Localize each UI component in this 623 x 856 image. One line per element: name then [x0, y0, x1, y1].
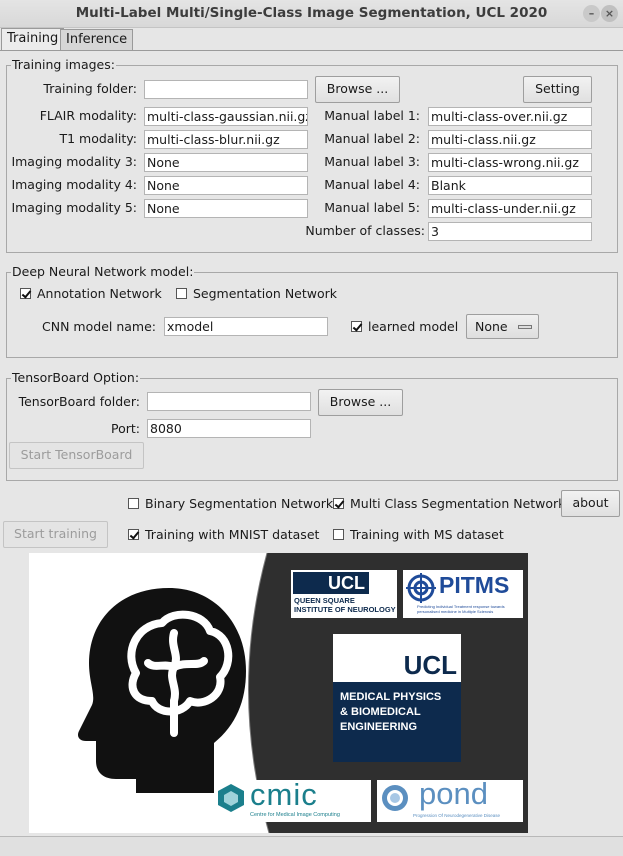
ucl-qs-line2: INSTITUTE OF NEUROLOGY [294, 605, 396, 614]
ucl-mpbe-line3: ENGINEERING [340, 721, 418, 733]
status-bar [0, 836, 623, 856]
about-button[interactable]: about [561, 490, 620, 517]
imaging-modality-4-label: Imaging modality 4: [11, 177, 137, 192]
learned-model-label: learned model [368, 319, 459, 334]
manual-label-4-label: Manual label 4: [324, 177, 420, 192]
tab-training[interactable]: Training [1, 28, 65, 51]
menu-indicator-icon [517, 324, 532, 329]
logo-banner: UCL QUEEN SQUARE INSTITUTE OF NEUROLOGY … [29, 553, 528, 833]
manual-label-3-input[interactable]: multi-class-wrong.nii.gz [428, 153, 592, 172]
ucl-mpbe-text: MEDICAL PHYSICS & BIOMEDICAL ENGINEERING [340, 690, 441, 735]
port-input[interactable]: 8080 [147, 419, 311, 438]
ucl-medical-physics-logo: UCL MEDICAL PHYSICS & BIOMEDICAL ENGINEE… [333, 634, 461, 762]
multi-class-segmentation-check-icon [333, 498, 344, 509]
tab-training-label: Training [7, 31, 59, 46]
cnn-model-name-label: CNN model name: [42, 319, 156, 334]
model-select-menu[interactable]: None [466, 314, 539, 339]
pond-logo: pond Progression Of Neurodegenerative Di… [377, 776, 523, 822]
multi-class-segmentation-checkbox[interactable]: Multi Class Segmentation Network [333, 496, 565, 511]
manual-label-2-input[interactable]: multi-class.nii.gz [428, 130, 592, 149]
imaging-modality-4-input[interactable]: None [144, 176, 308, 195]
ucl-qs-line1: QUEEN SQUARE [294, 596, 355, 605]
ms-dataset-check-icon [333, 529, 344, 540]
segmentation-network-label: Segmentation Network [193, 286, 338, 301]
segmentation-network-checkbox[interactable]: Segmentation Network [176, 286, 337, 301]
pitms-logo: PITMS Predicting Individual Treatment re… [403, 570, 523, 618]
start-training-button[interactable]: Start training [3, 521, 108, 548]
manual-label-5-label: Manual label 5: [324, 200, 420, 215]
training-folder-label: Training folder: [43, 81, 137, 96]
ucl-mpbe-top: UCL [333, 634, 461, 682]
dnn-model-legend: Deep Neural Network model: [11, 264, 195, 279]
manual-label-3-label: Manual label 3: [324, 154, 420, 169]
ucl-qs-brand: UCL [293, 572, 369, 594]
imaging-modality-3-input[interactable]: None [144, 153, 308, 172]
binary-segmentation-label: Binary Segmentation Network [145, 496, 334, 511]
manual-label-4-input[interactable]: Blank [428, 176, 592, 195]
segmentation-network-check-icon [176, 288, 187, 299]
t1-modality-input[interactable]: multi-class-blur.nii.gz [144, 130, 308, 149]
manual-label-1-input[interactable]: multi-class-over.nii.gz [428, 107, 592, 126]
number-of-classes-label: Number of classes: [305, 223, 425, 238]
training-images-legend: Training images: [11, 57, 116, 72]
ms-dataset-checkbox[interactable]: Training with MS dataset [333, 527, 504, 542]
pond-brand: pond [419, 776, 488, 811]
ms-dataset-label: Training with MS dataset [350, 527, 504, 542]
pitms-brand: PITMS [439, 572, 510, 598]
manual-label-2-label: Manual label 2: [324, 131, 420, 146]
cmic-tagline: Centre for Medical Image Computing [250, 812, 340, 818]
manual-label-1-label: Manual label 1: [324, 108, 420, 123]
close-button[interactable]: × [601, 5, 618, 22]
number-of-classes-input[interactable]: 3 [428, 222, 592, 241]
imaging-modality-3-label: Imaging modality 3: [11, 154, 137, 169]
training-folder-input[interactable] [144, 80, 308, 99]
imaging-modality-5-input[interactable]: None [144, 199, 308, 218]
ucl-mpbe-brand: UCL [403, 650, 457, 680]
annotation-network-check-icon [20, 288, 31, 299]
learned-model-checkbox[interactable]: learned model [351, 319, 458, 334]
cnn-model-name-input[interactable]: xmodel [164, 317, 328, 336]
flair-modality-input[interactable]: multi-class-gaussian.nii.gz [144, 107, 308, 126]
pitms-target-icon [406, 573, 436, 603]
ucl-mpbe-line2: & BIOMEDICAL [340, 706, 421, 718]
port-label: Port: [111, 421, 140, 436]
tensorboard-folder-label: TensorBoard folder: [18, 394, 140, 409]
mnist-dataset-check-icon [128, 529, 139, 540]
ucl-queen-square-logo: UCL QUEEN SQUARE INSTITUTE OF NEUROLOGY [291, 570, 397, 618]
setting-button[interactable]: Setting [523, 76, 592, 103]
ucl-qs-text: QUEEN SQUARE INSTITUTE OF NEUROLOGY [294, 596, 396, 614]
pond-tagline: Progression Of Neurodegenerative Disease [413, 813, 501, 818]
model-select-value: None [475, 319, 508, 334]
pond-ripple-icon [382, 785, 408, 811]
binary-segmentation-check-icon [128, 498, 139, 509]
training-browse-button[interactable]: Browse ... [315, 76, 400, 103]
tab-inference[interactable]: Inference [60, 29, 134, 50]
imaging-modality-5-label: Imaging modality 5: [11, 200, 137, 215]
mnist-dataset-label: Training with MNIST dataset [145, 527, 320, 542]
tensorboard-browse-button[interactable]: Browse ... [318, 389, 403, 416]
cmic-cube-icon [218, 784, 244, 812]
ucl-mpbe-line1: MEDICAL PHYSICS [340, 691, 442, 703]
multi-class-segmentation-label: Multi Class Segmentation Network [350, 496, 566, 511]
pitms-tagline: Predicting Individual Treatment response… [417, 604, 505, 614]
binary-segmentation-checkbox[interactable]: Binary Segmentation Network [128, 496, 333, 511]
annotation-network-label: Annotation Network [37, 286, 162, 301]
t1-modality-label: T1 modality: [59, 131, 137, 146]
brain-head-icon [77, 588, 246, 793]
start-tensorboard-button[interactable]: Start TensorBoard [9, 442, 144, 469]
tab-inference-label: Inference [66, 32, 128, 47]
flair-modality-label: FLAIR modality: [39, 108, 137, 123]
manual-label-5-input[interactable]: multi-class-under.nii.gz [428, 199, 592, 218]
tensorboard-folder-input[interactable] [147, 392, 311, 411]
annotation-network-checkbox[interactable]: Annotation Network [20, 286, 162, 301]
learned-model-check-icon [351, 321, 362, 332]
cmic-brand: cmic [250, 777, 318, 812]
title-bar: Multi-Label Multi/Single-Class Image Seg… [0, 0, 623, 28]
tensorboard-legend: TensorBoard Option: [11, 370, 141, 385]
minimize-button[interactable]: – [583, 5, 600, 22]
mnist-dataset-checkbox[interactable]: Training with MNIST dataset [128, 527, 319, 542]
cmic-logo: cmic Centre for Medical Image Computing [214, 777, 371, 822]
window-title: Multi-Label Multi/Single-Class Image Seg… [75, 5, 548, 21]
